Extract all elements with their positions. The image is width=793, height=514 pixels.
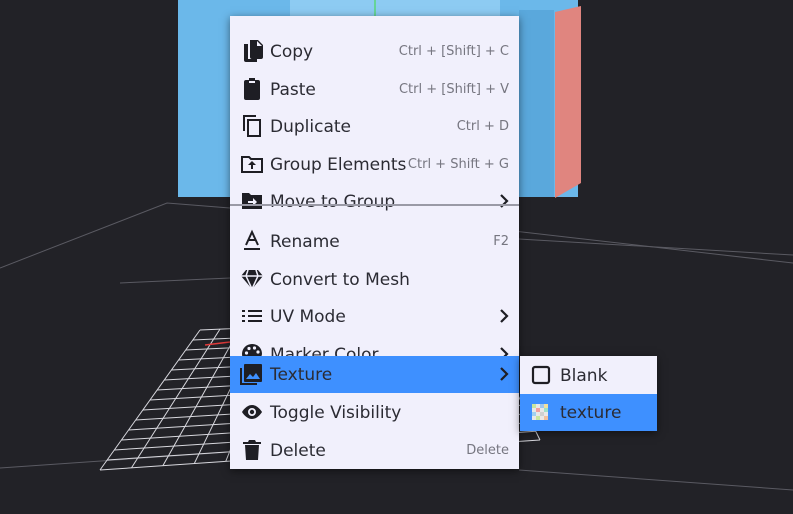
submenu-item-label: Blank	[560, 365, 608, 386]
menu-item-convert-to-mesh[interactable]: Convert to Mesh	[230, 261, 519, 298]
menu-item-paste[interactable]: Paste Ctrl + [Shift] + V	[230, 71, 519, 108]
menu-divider	[230, 204, 519, 206]
menu-item-label: UV Mode	[270, 306, 346, 327]
menu-item-label: Rename	[270, 231, 340, 252]
chevron-right-icon	[497, 193, 511, 209]
paste-icon	[240, 77, 264, 101]
submenu-item-blank[interactable]: Blank	[520, 357, 657, 394]
submenu-item-label: texture	[560, 402, 622, 423]
trash-icon	[240, 438, 264, 462]
menu-item-label: Paste	[270, 79, 316, 100]
list-icon	[240, 304, 264, 328]
blank-square-icon	[529, 363, 553, 387]
menu-item-delete[interactable]: Delete Delete	[230, 432, 519, 469]
menu-item-label: Texture	[270, 364, 333, 385]
menu-item-label: Delete	[270, 440, 326, 461]
shortcut-text: Ctrl + D	[456, 119, 509, 134]
shortcut-text: Ctrl + [Shift] + C	[398, 44, 509, 59]
menu-item-label: Convert to Mesh	[270, 269, 410, 290]
chevron-right-icon	[497, 366, 511, 382]
image-icon	[240, 362, 264, 386]
context-menu: Copy Ctrl + [Shift] + C Paste Ctrl + [Sh…	[230, 16, 519, 469]
move-to-group-icon	[240, 189, 264, 213]
eye-icon	[240, 400, 264, 424]
group-elements-icon	[240, 152, 264, 176]
shortcut-text: Delete	[466, 443, 509, 458]
menu-item-label: Move to Group	[270, 191, 396, 212]
menu-item-duplicate[interactable]: Duplicate Ctrl + D	[230, 108, 519, 145]
rename-icon	[240, 229, 264, 253]
menu-item-texture[interactable]: Texture	[230, 356, 519, 393]
menu-item-move-to-group[interactable]: Move to Group	[230, 183, 519, 220]
menu-item-uv-mode[interactable]: UV Mode	[230, 298, 519, 335]
shortcut-text: F2	[493, 234, 509, 249]
menu-item-label: Group Elements	[270, 154, 407, 175]
menu-item-toggle-visibility[interactable]: Toggle Visibility	[230, 394, 519, 431]
menu-item-copy[interactable]: Copy Ctrl + [Shift] + C	[230, 33, 519, 70]
chevron-right-icon	[497, 308, 511, 324]
menu-item-label: Copy	[270, 41, 314, 62]
menu-item-label: Toggle Visibility	[270, 402, 402, 423]
shortcut-text: Ctrl + Shift + G	[407, 157, 509, 172]
copy-icon	[240, 39, 264, 63]
menu-item-group-elements[interactable]: Group Elements Ctrl + Shift + G	[230, 146, 519, 183]
duplicate-icon	[240, 114, 264, 138]
submenu-item-texture[interactable]: texture	[520, 394, 657, 431]
menu-item-rename[interactable]: Rename F2	[230, 223, 519, 260]
menu-item-label: Duplicate	[270, 116, 351, 137]
texture-thumbnail-icon	[529, 400, 553, 424]
texture-submenu: Blank texture	[520, 356, 657, 431]
gem-icon	[240, 267, 264, 291]
shortcut-text: Ctrl + [Shift] + V	[398, 82, 509, 97]
